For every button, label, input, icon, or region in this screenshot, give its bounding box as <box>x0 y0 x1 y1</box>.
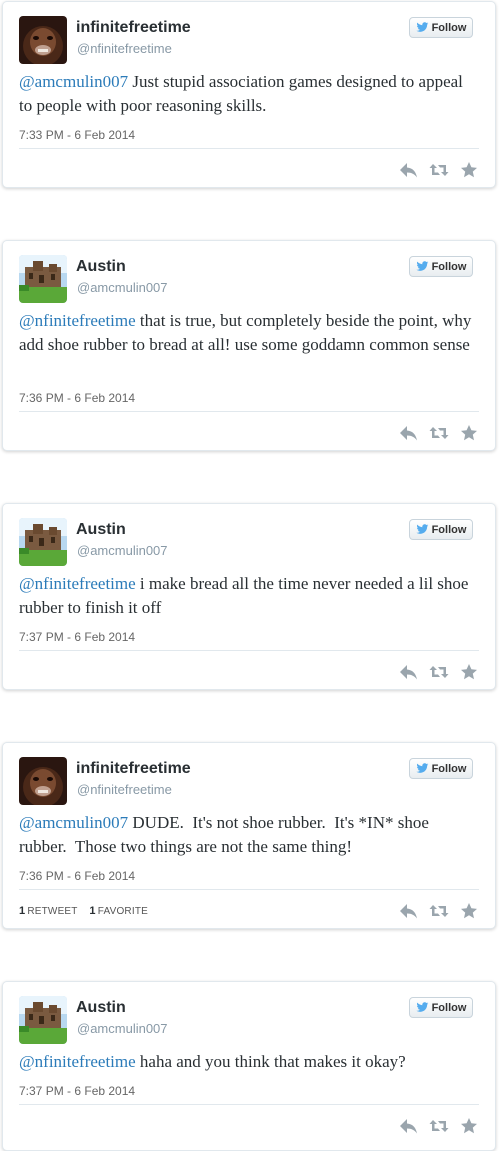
tweet-text: @nfinitefreetime i make bread all the ti… <box>19 572 479 620</box>
tweet-card: Austin @amcmulin007 Follow @nfinitefreet… <box>2 240 496 451</box>
tweet-card: infinitefreetime @nfinitefreetime Follow… <box>2 1 496 188</box>
favorite-count: 1 <box>89 905 96 917</box>
follow-button[interactable]: Follow <box>409 519 473 540</box>
avatar[interactable] <box>19 255 67 303</box>
follow-button[interactable]: Follow <box>409 256 473 277</box>
favorite-icon[interactable] <box>459 663 479 681</box>
user-name[interactable]: Austin <box>76 999 126 1017</box>
divider <box>19 411 479 412</box>
mention-link[interactable]: @nfinitefreetime <box>19 311 136 330</box>
follow-label: Follow <box>431 21 467 34</box>
tweet-card: Austin @amcmulin007 Follow @nfinitefreet… <box>2 503 496 690</box>
user-name[interactable]: infinitefreetime <box>76 760 191 778</box>
timestamp[interactable]: 7:37 PM - 6 Feb 2014 <box>19 630 135 644</box>
avatar[interactable] <box>19 996 67 1044</box>
twitter-bird-icon <box>416 22 429 32</box>
favorite-stat-label: FAVORITE <box>97 906 148 917</box>
user-handle[interactable]: @amcmulin007 <box>77 1021 168 1036</box>
tweet-actions <box>399 663 479 681</box>
retweet-icon[interactable] <box>429 663 449 681</box>
favorite-stat[interactable]: 1 FAVORITE <box>89 905 148 917</box>
user-handle[interactable]: @amcmulin007 <box>77 543 168 558</box>
tweet-actions <box>399 1117 479 1135</box>
favorite-icon[interactable] <box>459 161 479 179</box>
tweet-actions <box>399 902 479 920</box>
tweet-text: @amcmulin007 DUDE. It's not shoe rubber.… <box>19 811 479 859</box>
retweet-icon[interactable] <box>429 161 449 179</box>
tweet-actions <box>399 424 479 442</box>
twitter-bird-icon <box>416 1002 429 1012</box>
user-name[interactable]: infinitefreetime <box>76 19 191 37</box>
tweet-text: @nfinitefreetime haha and you think that… <box>19 1050 479 1074</box>
favorite-icon[interactable] <box>459 1117 479 1135</box>
tweet-text: @amcmulin007 Just stupid association gam… <box>19 70 479 118</box>
follow-label: Follow <box>431 523 467 536</box>
tweet-text: @nfinitefreetime that is true, but compl… <box>19 309 479 357</box>
user-name[interactable]: Austin <box>76 521 126 539</box>
follow-label: Follow <box>431 762 467 775</box>
tweet-card: infinitefreetime @nfinitefreetime Follow… <box>2 742 496 929</box>
mention-link[interactable]: @nfinitefreetime <box>19 1052 136 1071</box>
user-handle[interactable]: @amcmulin007 <box>77 280 168 295</box>
tweet-body: haha and you think that makes it okay? <box>135 1052 406 1071</box>
twitter-bird-icon <box>416 524 429 534</box>
retweet-stat-label: RETWEET <box>27 906 78 917</box>
mention-link[interactable]: @amcmulin007 <box>19 813 128 832</box>
timestamp[interactable]: 7:37 PM - 6 Feb 2014 <box>19 1084 135 1098</box>
retweet-stat[interactable]: 1 RETWEET <box>19 905 78 917</box>
favorite-icon[interactable] <box>459 902 479 920</box>
follow-button[interactable]: Follow <box>409 997 473 1018</box>
divider <box>19 1104 479 1105</box>
user-name[interactable]: Austin <box>76 258 126 276</box>
reply-icon[interactable] <box>399 161 419 179</box>
avatar[interactable] <box>19 518 67 566</box>
twitter-bird-icon <box>416 763 429 773</box>
favorite-icon[interactable] <box>459 424 479 442</box>
follow-button[interactable]: Follow <box>409 17 473 38</box>
timestamp[interactable]: 7:36 PM - 6 Feb 2014 <box>19 869 135 883</box>
follow-label: Follow <box>431 1001 467 1014</box>
tweet-card: Austin @amcmulin007 Follow @nfinitefreet… <box>2 981 496 1151</box>
reply-icon[interactable] <box>399 902 419 920</box>
divider <box>19 889 479 890</box>
divider <box>19 650 479 651</box>
timestamp[interactable]: 7:36 PM - 6 Feb 2014 <box>19 391 135 405</box>
tweet-stats: 1 RETWEET 1 FAVORITE <box>19 905 148 917</box>
follow-button[interactable]: Follow <box>409 758 473 779</box>
retweet-count: 1 <box>19 905 26 917</box>
retweet-icon[interactable] <box>429 902 449 920</box>
reply-icon[interactable] <box>399 424 419 442</box>
tweet-actions <box>399 161 479 179</box>
mention-link[interactable]: @nfinitefreetime <box>19 574 136 593</box>
twitter-bird-icon <box>416 261 429 271</box>
reply-icon[interactable] <box>399 663 419 681</box>
avatar[interactable] <box>19 757 67 805</box>
retweet-icon[interactable] <box>429 424 449 442</box>
timestamp[interactable]: 7:33 PM - 6 Feb 2014 <box>19 128 135 142</box>
retweet-icon[interactable] <box>429 1117 449 1135</box>
user-handle[interactable]: @nfinitefreetime <box>77 782 172 797</box>
avatar[interactable] <box>19 16 67 64</box>
divider <box>19 148 479 149</box>
user-handle[interactable]: @nfinitefreetime <box>77 41 172 56</box>
reply-icon[interactable] <box>399 1117 419 1135</box>
mention-link[interactable]: @amcmulin007 <box>19 72 128 91</box>
follow-label: Follow <box>431 260 467 273</box>
